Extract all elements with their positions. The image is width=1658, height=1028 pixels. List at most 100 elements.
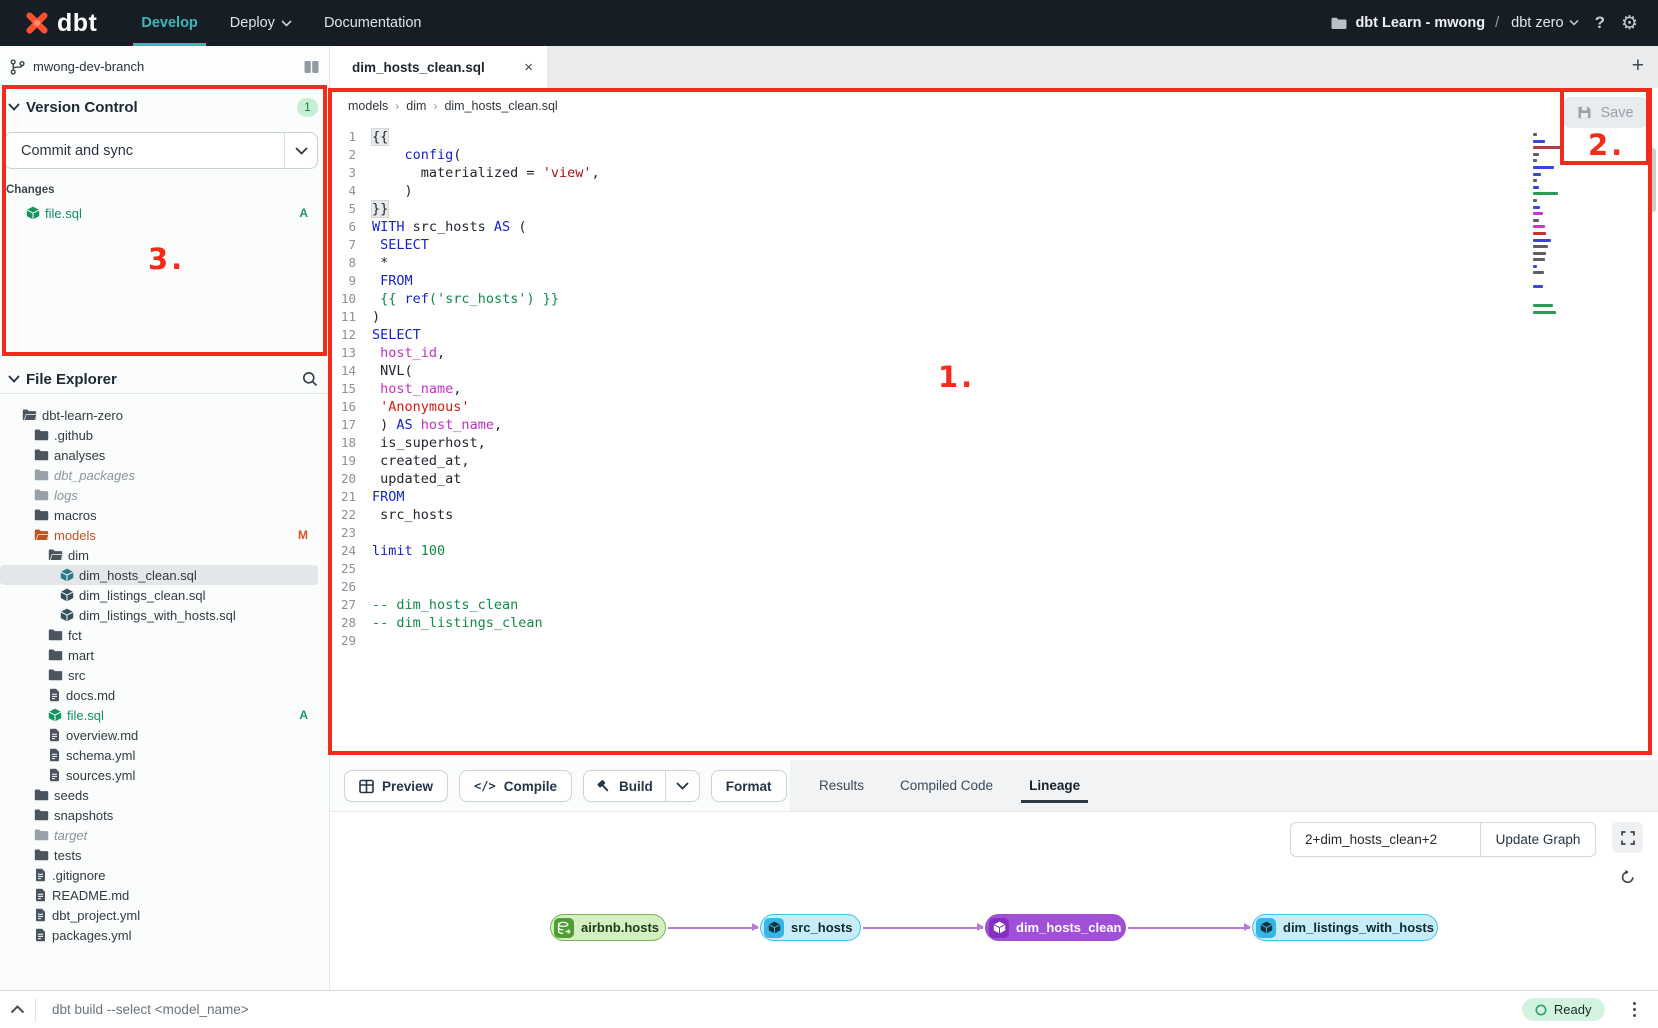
code-line[interactable]: 3 materialized = 'view', — [330, 164, 1520, 182]
file-tree-item[interactable]: docs.md — [0, 685, 330, 705]
code-line[interactable]: 12SELECT — [330, 326, 1520, 344]
file-tree-item[interactable]: logs — [0, 485, 330, 505]
code-line[interactable]: 18 is_superhost, — [330, 434, 1520, 452]
commit-dropdown-toggle[interactable] — [284, 133, 317, 168]
nav-develop[interactable]: Develop — [125, 0, 213, 46]
code-line[interactable]: 28-- dim_listings_clean — [330, 614, 1520, 632]
build-options-toggle[interactable] — [665, 771, 699, 801]
code-line[interactable]: 15 host_name, — [330, 380, 1520, 398]
code-line[interactable]: 7 SELECT — [330, 236, 1520, 254]
code-line[interactable]: 29 — [330, 632, 1520, 650]
environment-switcher[interactable]: dbt zero — [1511, 15, 1578, 31]
file-tree-item[interactable]: fct — [0, 625, 330, 645]
code-line[interactable]: 2 config( — [330, 146, 1520, 164]
commit-and-sync-button[interactable]: Commit and sync — [4, 132, 318, 169]
file-tree-item[interactable]: tests — [0, 845, 330, 865]
gear-icon[interactable]: ⚙ — [1621, 12, 1638, 34]
code-line[interactable]: 27-- dim_hosts_clean — [330, 596, 1520, 614]
file-tree-item[interactable]: seeds — [0, 785, 330, 805]
file-tree-item[interactable]: sources.yml — [0, 765, 330, 785]
code-line[interactable]: 24limit 100 — [330, 542, 1520, 560]
version-control-header[interactable]: Version Control 1 — [0, 95, 330, 119]
file-tree-item[interactable]: macros — [0, 505, 330, 525]
file-tree-item[interactable]: schema.yml — [0, 745, 330, 765]
fullscreen-button[interactable] — [1612, 822, 1643, 853]
code-line[interactable]: 17 ) AS host_name, — [330, 416, 1520, 434]
changed-file-row[interactable]: file.sql A — [0, 202, 330, 224]
command-input[interactable]: dbt build --select <model_name> — [52, 1002, 1522, 1017]
kebab-menu-icon[interactable] — [1633, 1008, 1637, 1012]
code-line[interactable]: 4 ) — [330, 182, 1520, 200]
breadcrumb-models[interactable]: models — [348, 99, 388, 113]
tab-results[interactable]: Results — [817, 762, 866, 809]
lineage-node-dim_hosts_clean[interactable]: dim_hosts_clean — [985, 914, 1126, 941]
code-line[interactable]: 13 host_id, — [330, 344, 1520, 362]
code-area[interactable]: 1{{2 config(3 materialized = 'view',4 )5… — [330, 128, 1520, 650]
format-button[interactable]: Format — [711, 770, 787, 802]
collapse-panel-icon[interactable] — [10, 1005, 25, 1014]
code-line[interactable]: 1{{ — [330, 128, 1520, 146]
code-line[interactable]: 16 'Anonymous' — [330, 398, 1520, 416]
tab-dim-hosts-clean[interactable]: dim_hosts_clean.sql × — [330, 46, 547, 88]
file-tree-item[interactable]: dbt_project.yml — [0, 905, 330, 925]
file-tree-item[interactable]: analyses — [0, 445, 330, 465]
file-tree-item[interactable]: .github — [0, 425, 330, 445]
editor-scrollbar[interactable] — [1649, 148, 1656, 212]
code-line[interactable]: 8 * — [330, 254, 1520, 272]
code-line[interactable]: 21FROM — [330, 488, 1520, 506]
file-tree-item[interactable]: dbt-learn-zero — [0, 405, 330, 425]
file-tree-item[interactable]: dim_listings_clean.sql — [0, 585, 330, 605]
lineage-filter-input[interactable]: 2+dim_hosts_clean+2 — [1290, 822, 1480, 857]
compile-button[interactable]: </> Compile — [459, 770, 572, 802]
code-line[interactable]: 25 — [330, 560, 1520, 578]
close-icon[interactable]: × — [524, 59, 533, 76]
tab-compiled-code[interactable]: Compiled Code — [898, 762, 995, 809]
open-book-icon[interactable] — [304, 60, 319, 74]
file-tree-item[interactable]: src — [0, 665, 330, 685]
code-line[interactable]: 26 — [330, 578, 1520, 596]
file-tree-item[interactable]: dim_hosts_clean.sql — [0, 565, 318, 585]
file-tree-item[interactable]: packages.yml — [0, 925, 330, 945]
nav-documentation[interactable]: Documentation — [308, 0, 438, 46]
code-line[interactable]: 14 NVL( — [330, 362, 1520, 380]
nav-deploy[interactable]: Deploy — [214, 0, 308, 46]
search-icon[interactable] — [302, 371, 318, 387]
code-line[interactable]: 19 created_at, — [330, 452, 1520, 470]
file-tree-item[interactable]: overview.md — [0, 725, 330, 745]
file-tree-item[interactable]: dbt_packages — [0, 465, 330, 485]
file-tree-item[interactable]: .gitignore — [0, 865, 330, 885]
file-tree-item[interactable]: README.md — [0, 885, 330, 905]
code-line[interactable]: 9 FROM — [330, 272, 1520, 290]
new-tab-button[interactable]: + — [1632, 54, 1644, 78]
code-line[interactable]: 11) — [330, 308, 1520, 326]
code-line[interactable]: 23 — [330, 524, 1520, 542]
reset-view-button[interactable] — [1612, 860, 1643, 891]
code-line[interactable]: 10 {{ ref('src_hosts') }} — [330, 290, 1520, 308]
code-line[interactable]: 6WITH src_hosts AS ( — [330, 218, 1520, 236]
breadcrumb-dim[interactable]: dim — [406, 99, 426, 113]
dbt-logo[interactable]: dbt — [22, 8, 97, 38]
tab-lineage[interactable]: Lineage — [1027, 762, 1082, 809]
help-icon[interactable]: ? — [1589, 13, 1611, 33]
lineage-node-src_hosts[interactable]: src_hosts — [760, 914, 861, 941]
code-line[interactable]: 20 updated_at — [330, 470, 1520, 488]
lineage-node-dim_listings_with_hosts[interactable]: dim_listings_with_hosts — [1252, 914, 1438, 941]
build-button[interactable]: Build — [584, 771, 665, 801]
file-explorer-header[interactable]: File Explorer — [0, 366, 330, 392]
file-tree-item[interactable]: modelsM — [0, 525, 330, 545]
file-tree-item[interactable]: file.sqlA — [0, 705, 330, 725]
file-tree-item[interactable]: dim_listings_with_hosts.sql — [0, 605, 330, 625]
code-line[interactable]: 5}} — [330, 200, 1520, 218]
branch-name[interactable]: mwong-dev-branch — [33, 59, 144, 74]
lineage-node-airbnb-hosts[interactable]: airbnb.hosts — [550, 914, 666, 941]
file-tree-item[interactable]: snapshots — [0, 805, 330, 825]
file-tree-item[interactable]: mart — [0, 645, 330, 665]
preview-button[interactable]: Preview — [344, 770, 448, 802]
code-line[interactable]: 22 src_hosts — [330, 506, 1520, 524]
file-tree-item[interactable]: target — [0, 825, 330, 845]
save-button[interactable]: Save — [1564, 97, 1647, 128]
file-tree-item[interactable]: dim — [0, 545, 330, 565]
minimap[interactable] — [1533, 133, 1563, 324]
breadcrumb-file[interactable]: dim_hosts_clean.sql — [444, 99, 557, 113]
project-switcher[interactable]: dbt Learn - mwong / — [1331, 15, 1501, 31]
